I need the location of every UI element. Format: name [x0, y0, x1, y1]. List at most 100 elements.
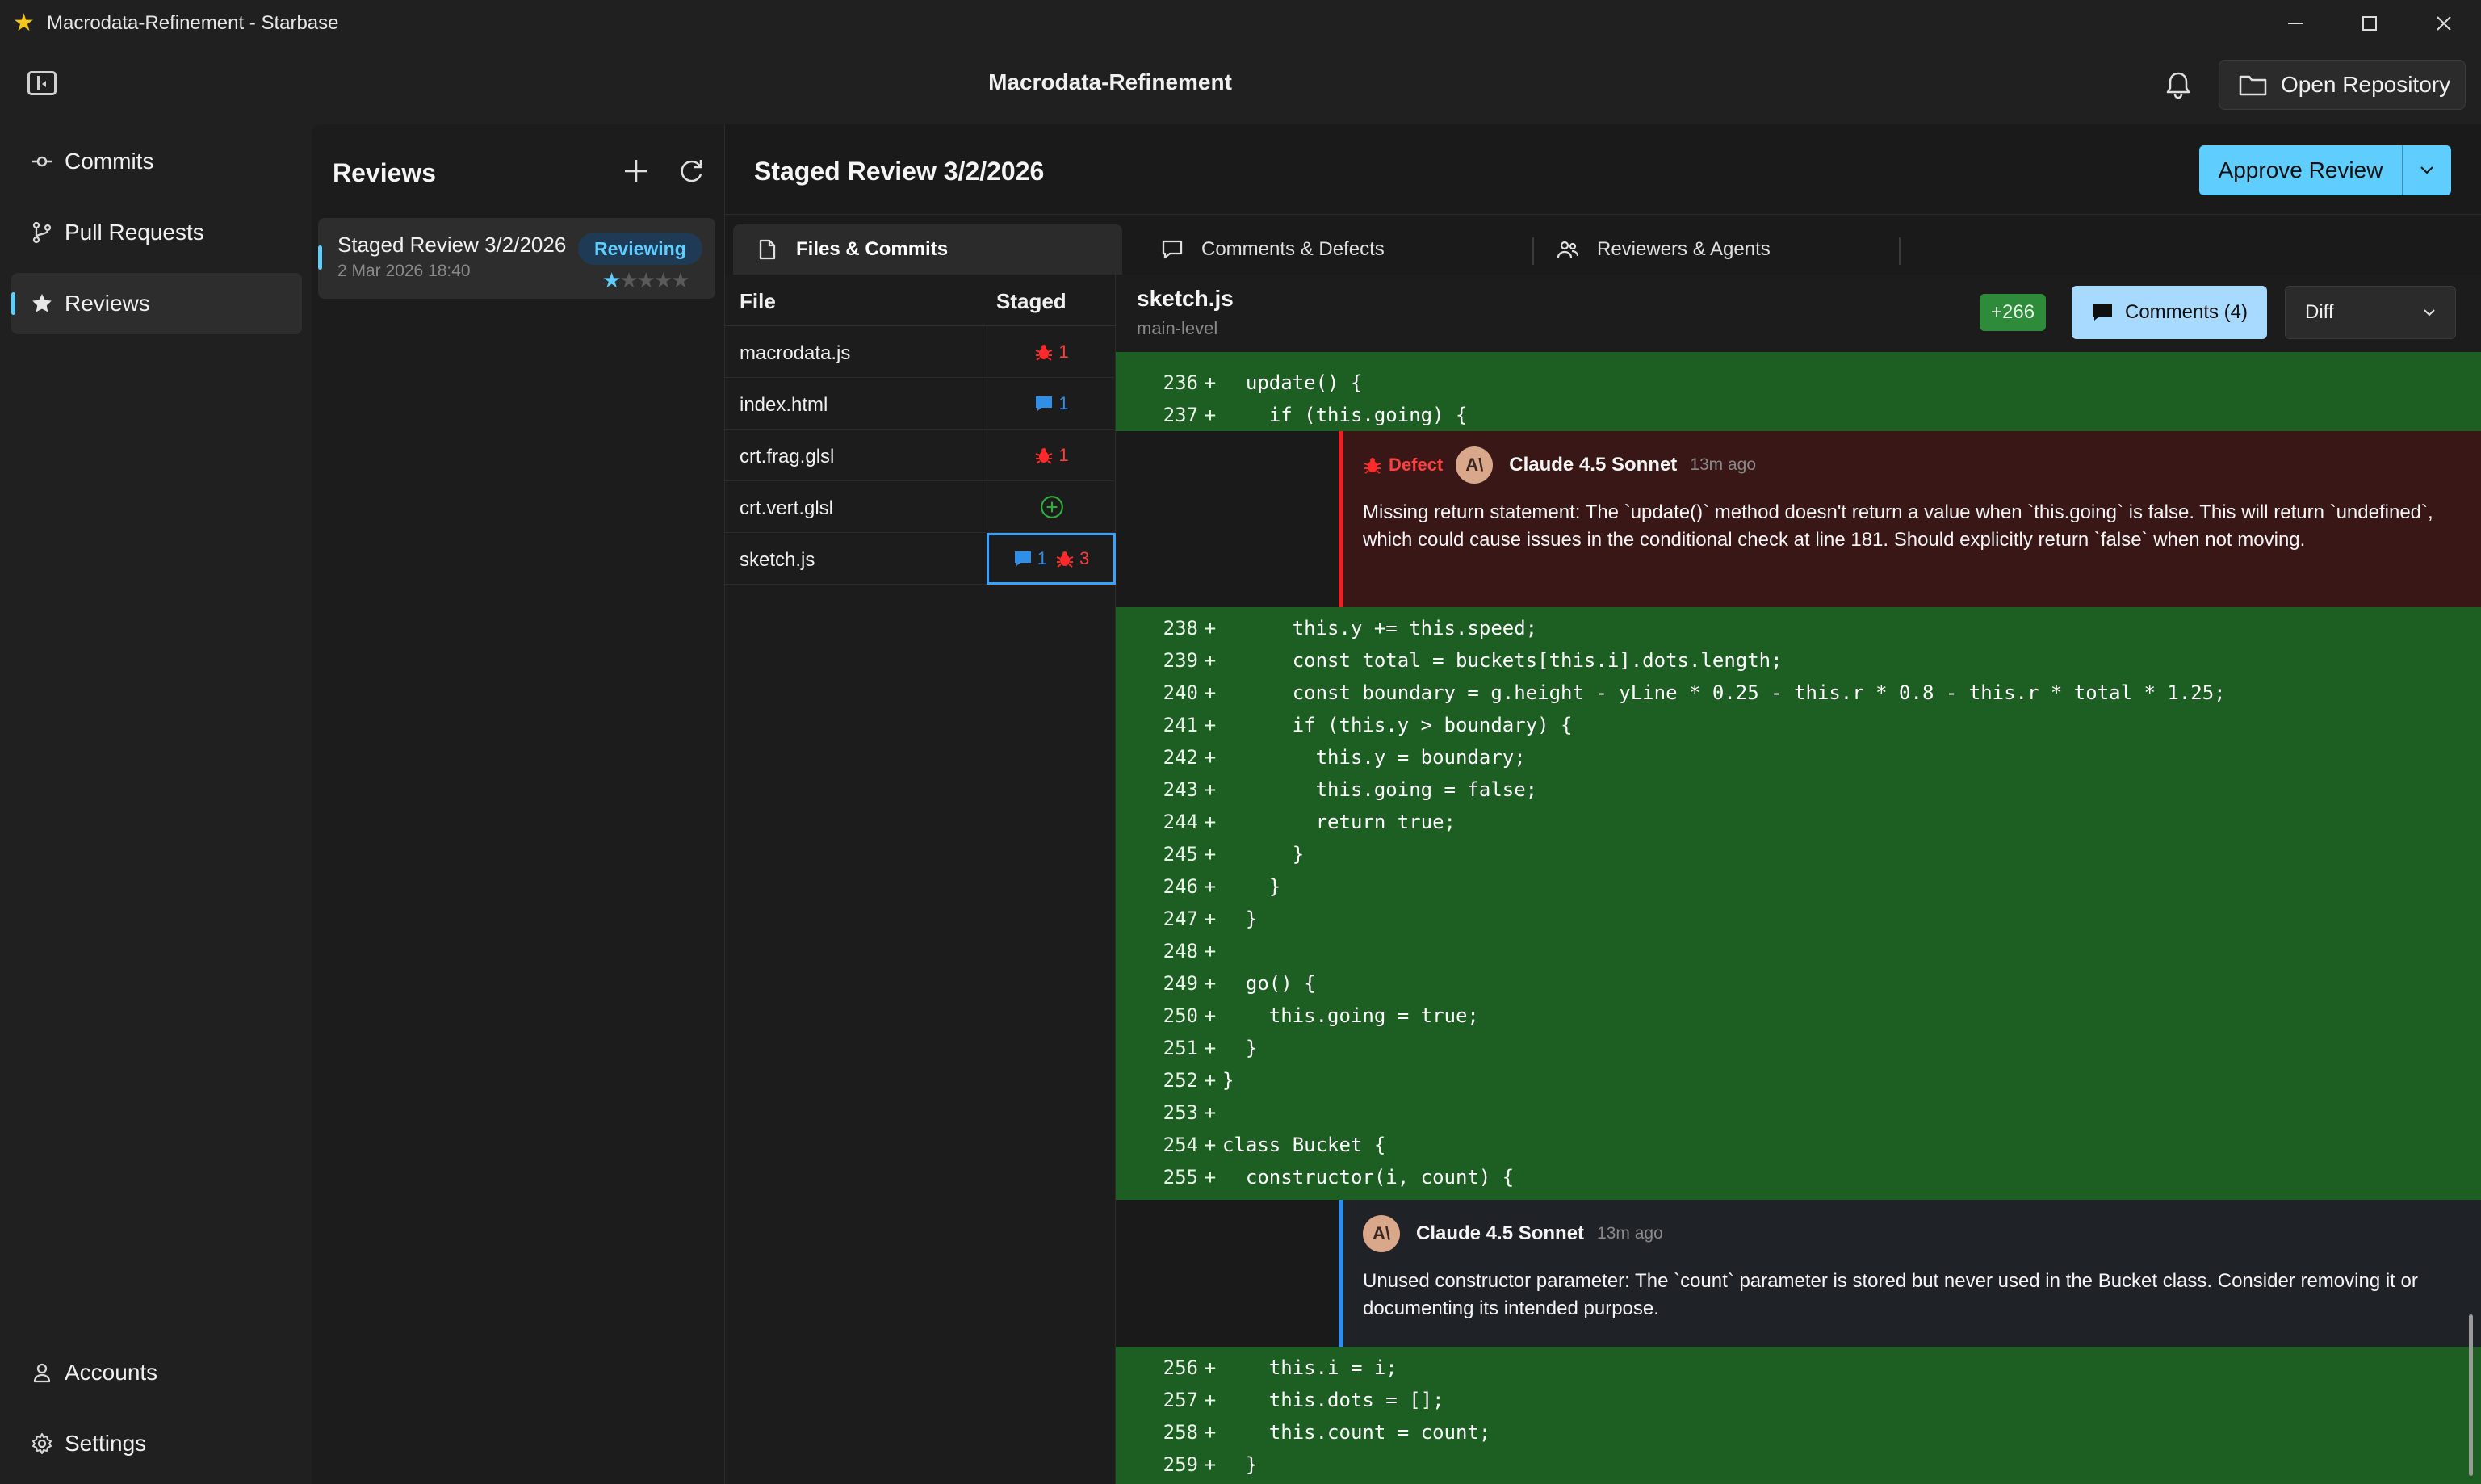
diff-marker: +: [1204, 404, 1217, 426]
commit-icon: [32, 156, 52, 167]
code-text: this.y += this.speed;: [1222, 617, 1538, 639]
person-icon: [33, 1363, 51, 1383]
code-line[interactable]: 248 +: [1116, 935, 2481, 967]
file-row[interactable]: macrodata.js 1: [725, 326, 1116, 378]
diff-marker: +: [1204, 940, 1217, 962]
code-line[interactable]: 250 + this.going = true;: [1116, 1000, 2481, 1032]
file-row[interactable]: sketch.js 1 3: [725, 533, 1116, 585]
code-line[interactable]: 241 + if (this.y > boundary) {: [1116, 709, 2481, 741]
line-number: 239: [1163, 649, 1198, 672]
diff-marker: +: [1204, 714, 1217, 736]
line-number: 250: [1163, 1004, 1198, 1027]
comment-author: Claude 4.5 Sonnet: [1416, 1222, 1585, 1244]
code-line[interactable]: 258 + this.count = count;: [1116, 1416, 2481, 1448]
sidebar-item-settings[interactable]: Settings: [11, 1413, 302, 1474]
code-line[interactable]: 256 + this.i = i;: [1116, 1352, 2481, 1384]
file-row[interactable]: crt.vert.glsl: [725, 481, 1116, 533]
star-empty-icon[interactable]: ★: [619, 268, 638, 292]
approve-review-label[interactable]: Approve Review: [2199, 145, 2403, 195]
comment-header: A\ Claude 4.5 Sonnet 13m ago: [1363, 1214, 1663, 1253]
code-text: constructor(i, count) {: [1222, 1166, 1515, 1188]
app-header: Macrodata-Refinement Open Repository: [0, 47, 2481, 124]
bug-icon: [1364, 458, 1381, 474]
staged-cell[interactable]: [987, 481, 1116, 533]
code-line[interactable]: 254 + class Bucket {: [1116, 1129, 2481, 1161]
code-line[interactable]: 240 + const boundary = g.height - yLine *…: [1116, 677, 2481, 709]
code-text: update() {: [1222, 371, 1363, 394]
comment-header: Defect A\ Claude 4.5 Sonnet 13m ago: [1363, 446, 1756, 484]
code-line[interactable]: 253 +: [1116, 1096, 2481, 1129]
code-line[interactable]: 255 + constructor(i, count) {: [1116, 1161, 2481, 1193]
code-line[interactable]: 257 + this.dots = [];: [1116, 1384, 2481, 1416]
sidebar-item-accounts[interactable]: Accounts: [11, 1342, 302, 1403]
star-filled-icon[interactable]: ★: [602, 268, 621, 292]
code-line[interactable]: 242 + this.y = boundary;: [1116, 741, 2481, 773]
code-line[interactable]: 245 + }: [1116, 838, 2481, 870]
line-number: 258: [1163, 1421, 1198, 1444]
diff-marker: +: [1204, 778, 1217, 801]
reviews-heading: Reviews: [333, 158, 437, 187]
tab-files-commits[interactable]: Files & Commits: [733, 224, 1122, 275]
staged-cell[interactable]: 1: [987, 326, 1116, 378]
sidebar-item-label: Accounts: [65, 1360, 158, 1385]
bell-icon[interactable]: [2160, 68, 2196, 103]
file-list: File Staged macrodata.js 1 index.html 1: [725, 275, 1116, 1484]
code-file-name: sketch.js: [1137, 286, 1234, 311]
tab-reviewers-agents[interactable]: Reviewers & Agents: [1534, 224, 1923, 275]
code-line[interactable]: 251 + }: [1116, 1032, 2481, 1064]
code-line[interactable]: 244 + return true;: [1116, 806, 2481, 838]
pull-request-icon: [32, 221, 52, 244]
sidebar-item-commits[interactable]: Commits: [11, 131, 302, 192]
diff-marker: +: [1204, 1356, 1217, 1379]
sidebar-item-pull-requests[interactable]: Pull Requests: [11, 202, 302, 263]
view-mode-select[interactable]: Diff: [2285, 286, 2456, 339]
comment-body: Unused constructor parameter: The `count…: [1363, 1270, 2418, 1319]
refresh-icon[interactable]: [677, 157, 706, 186]
add-icon[interactable]: [622, 157, 651, 186]
diff-marker: +: [1204, 371, 1217, 394]
line-number: 248: [1163, 940, 1198, 962]
star-empty-icon[interactable]: ★: [637, 268, 656, 292]
code-line[interactable]: 249 + go() {: [1116, 967, 2481, 1000]
staged-cell[interactable]: 1: [987, 378, 1116, 430]
code-line[interactable]: 252 +}: [1116, 1064, 2481, 1096]
code-line[interactable]: 259 + }: [1116, 1448, 2481, 1481]
comments-button[interactable]: Comments (4): [2072, 286, 2267, 339]
code-line[interactable]: 238 + this.y += this.speed;: [1116, 612, 2481, 644]
maximize-icon[interactable]: [2332, 0, 2407, 47]
added-lines-badge: +266: [1980, 294, 2047, 331]
star-empty-icon[interactable]: ★: [654, 268, 673, 292]
view-mode-value: Diff: [2305, 301, 2334, 323]
file-row[interactable]: crt.frag.glsl 1: [725, 430, 1116, 481]
code-line[interactable]: 246 + }: [1116, 870, 2481, 903]
staged-cell[interactable]: 1 3: [987, 533, 1116, 585]
open-repository-button[interactable]: Open Repository: [2219, 60, 2466, 110]
close-icon[interactable]: [2407, 0, 2481, 47]
defect-comment[interactable]: Defect A\ Claude 4.5 Sonnet 13m ago Miss…: [1339, 431, 2481, 607]
column-header-staged: Staged: [996, 289, 1067, 313]
code-panel: sketch.js main-level +266 Comments (4) D…: [1116, 275, 2481, 1484]
code-line[interactable]: 247 + }: [1116, 903, 2481, 935]
review-item-date: 2 Mar 2026 18:40: [337, 262, 471, 280]
code-line[interactable]: 236 + update() {: [1116, 367, 2481, 399]
file-name: sketch.js: [740, 549, 815, 571]
review-comment[interactable]: A\ Claude 4.5 Sonnet 13m ago Unused cons…: [1339, 1200, 2481, 1347]
code-line[interactable]: 243 + this.going = false;: [1116, 773, 2481, 806]
star-empty-icon[interactable]: ★: [671, 268, 689, 292]
sidebar-item-label: Settings: [65, 1431, 147, 1456]
review-list-item[interactable]: Staged Review 3/2/2026 2 Mar 2026 18:40 …: [318, 218, 715, 299]
minimize-icon[interactable]: [2258, 0, 2332, 47]
diff-view[interactable]: 236 + update() {237 + if (this.going) { De…: [1116, 352, 2481, 1484]
approve-review-button[interactable]: Approve Review: [2199, 145, 2451, 195]
code-line[interactable]: 237 + if (this.going) {: [1116, 399, 2481, 431]
chevron-down-icon[interactable]: [2403, 145, 2451, 195]
sidebar-item-reviews[interactable]: Reviews: [11, 273, 302, 334]
comments-button-label: Comments (4): [2124, 301, 2248, 323]
code-line[interactable]: 239 + const total = buckets[this.i].dots.…: [1116, 644, 2481, 677]
scrollbar-thumb[interactable]: [2469, 1314, 2473, 1476]
bug-icon: [1036, 448, 1053, 464]
file-row[interactable]: index.html 1: [725, 378, 1116, 430]
tab-comments-defects[interactable]: Comments & Defects: [1138, 224, 1528, 275]
staged-cell[interactable]: 1: [987, 430, 1116, 481]
rating-stars[interactable]: ★★★★★: [602, 268, 690, 293]
